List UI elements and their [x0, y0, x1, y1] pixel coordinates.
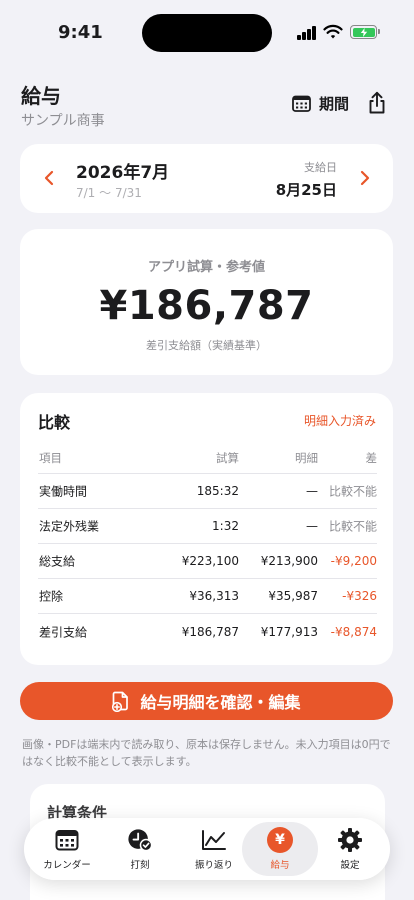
row-label: 総支給 [39, 554, 76, 569]
gear-icon [338, 828, 362, 852]
document-add-icon [112, 691, 129, 712]
tab-label: カレンダー [43, 860, 91, 871]
table-row: 差引支給 ¥186,787 ¥177,913 -¥8,874 [38, 614, 377, 649]
row-statement: ¥35,987 [268, 589, 318, 603]
previous-month-button[interactable] [39, 166, 59, 190]
comparison-title: 比較 [38, 413, 71, 432]
row-difference: -¥326 [342, 589, 377, 603]
row-label: 控除 [39, 589, 64, 604]
tab-label: 設定 [340, 860, 360, 871]
row-difference: 比較不能 [328, 484, 377, 499]
column-header-difference: 差 [365, 450, 378, 465]
next-month-button[interactable] [355, 166, 375, 190]
tab-salary[interactable]: ¥ 給与 [242, 822, 318, 876]
privacy-note: 画像・PDFは端末内で読み取り、原本は保存しません。未入力項目は0円ではなく比較… [22, 738, 391, 768]
tab-label: 打刻 [130, 860, 150, 871]
amount-caption: アプリ試算・参考値 [147, 260, 265, 275]
tab-calendar[interactable]: カレンダー [34, 818, 100, 880]
yen-icon: ¥ [267, 827, 293, 853]
clock-check-icon [128, 829, 153, 852]
column-header-statement: 明細 [295, 450, 318, 465]
net-pay-card: アプリ試算・参考値 ¥186,787 差引支給額（実績基準） [20, 229, 393, 375]
wifi-icon [323, 24, 343, 39]
tab-settings[interactable]: 設定 [322, 818, 378, 880]
battery-tip [378, 29, 380, 34]
row-estimate: 185:32 [196, 484, 239, 498]
column-header-estimate: 試算 [216, 450, 239, 465]
edit-payslip-button-label: 給与明細を確認・編集 [140, 693, 301, 712]
row-statement: ¥177,913 [260, 624, 318, 639]
status-badge: 明細入力済み [303, 414, 376, 428]
chevron-right-icon [360, 170, 370, 186]
status-bar: 9:41 [0, 0, 414, 64]
row-statement: — [306, 519, 318, 533]
battery-icon [350, 25, 377, 39]
tab-bar: カレンダー 打刻 振り返り ¥ 給与 設定 [24, 818, 390, 880]
tab-label: 給与 [270, 860, 290, 871]
row-difference: -¥8,874 [330, 624, 377, 639]
dynamic-island [142, 14, 272, 52]
table-row: 実働時間 185:32 — 比較不能 [38, 474, 377, 509]
status-time: 9:41 [58, 22, 103, 43]
page-title: 給与 [21, 84, 61, 108]
calendar-grid-icon [292, 95, 311, 112]
row-label: 法定外残業 [39, 519, 100, 534]
row-label: 実働時間 [39, 484, 88, 499]
column-header-item: 項目 [39, 450, 62, 465]
cellular-signal-icon [297, 26, 317, 40]
chevron-left-icon [44, 170, 54, 186]
pay-day-label: 支給日 [304, 161, 337, 174]
row-estimate: 1:32 [212, 519, 239, 533]
month-selector-card: 2026年7月 7/1 〜 7/31 支給日 8月25日 [20, 144, 393, 213]
row-difference: -¥9,200 [330, 554, 377, 568]
table-header-row: 項目 試算 明細 差 [38, 442, 377, 474]
share-icon[interactable] [366, 91, 388, 115]
month-label: 2026年7月 [76, 163, 170, 183]
amount-subtitle: 差引支給額（実績基準） [146, 339, 267, 352]
table-row: 総支給 ¥223,100 ¥213,900 -¥9,200 [38, 544, 377, 579]
tab-punch[interactable]: 打刻 [110, 818, 170, 880]
period-button-label: 期間 [319, 95, 350, 113]
line-chart-icon [202, 830, 226, 850]
edit-payslip-button[interactable]: 給与明細を確認・編集 [20, 682, 393, 720]
month-range: 7/1 〜 7/31 [76, 186, 142, 200]
period-button[interactable]: 期間 [292, 93, 349, 114]
row-difference: 比較不能 [328, 519, 377, 534]
net-pay-amount: ¥186,787 [99, 283, 314, 329]
row-label: 差引支給 [39, 625, 88, 639]
row-estimate: ¥36,313 [189, 589, 239, 603]
comparison-table: 項目 試算 明細 差 実働時間 185:32 — 比較不能 法定外残業 1:32… [38, 442, 377, 649]
row-statement: — [306, 484, 318, 498]
pay-day-value: 8月25日 [275, 181, 337, 199]
row-statement: ¥213,900 [260, 554, 318, 568]
tab-label: 振り返り [194, 860, 233, 871]
page-header: 給与 サンプル商事 期間 [0, 78, 414, 132]
table-row: 控除 ¥36,313 ¥35,987 -¥326 [38, 579, 377, 614]
comparison-card: 比較 明細入力済み 項目 試算 明細 差 実働時間 185:32 — 比較不能 … [20, 393, 393, 665]
company-name: サンプル商事 [21, 113, 105, 129]
table-row: 法定外残業 1:32 — 比較不能 [38, 509, 377, 544]
tab-review[interactable]: 振り返り [181, 818, 247, 880]
calendar-icon [55, 830, 79, 851]
row-estimate: ¥223,100 [181, 554, 239, 568]
row-estimate: ¥186,787 [181, 624, 239, 639]
